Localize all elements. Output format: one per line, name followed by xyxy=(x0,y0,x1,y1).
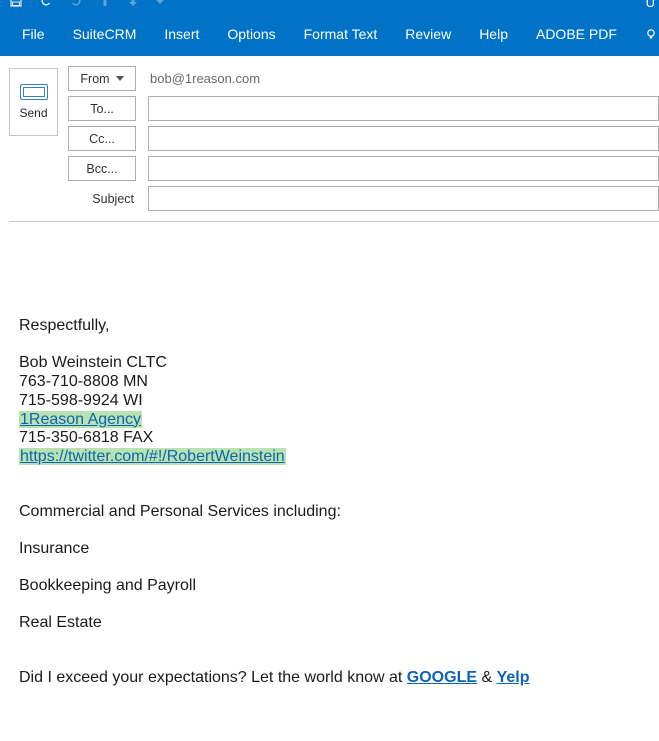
to-label: To... xyxy=(90,102,114,116)
redo-icon[interactable] xyxy=(70,0,82,10)
from-button[interactable]: From xyxy=(68,66,136,91)
undo-icon[interactable] xyxy=(40,0,52,10)
subject-label-text: Subject xyxy=(92,192,134,206)
signature-block: Respectfully, Bob Weinstein CLTC 763-710… xyxy=(19,317,649,688)
tab-suitecrm[interactable]: SuiteCRM xyxy=(59,14,151,54)
tab-adobe-pdf[interactable]: ADOBE PDF xyxy=(522,14,631,54)
title-truncated: U xyxy=(646,0,659,10)
up-arrow-icon[interactable] xyxy=(100,0,110,10)
bcc-input[interactable] xyxy=(148,156,659,181)
sig-fax: 715-350-6818 FAX xyxy=(19,429,649,448)
quick-access-toolbar: U xyxy=(0,0,659,12)
sig-review-prefix: Did I exceed your expectations? Let the … xyxy=(19,669,407,686)
envelope-icon xyxy=(20,84,48,100)
tell-me-search[interactable]: Tell me wh xyxy=(631,14,659,54)
tab-format-text[interactable]: Format Text xyxy=(290,14,392,54)
bcc-button[interactable]: Bcc... xyxy=(68,156,136,181)
qat-dropdown-icon[interactable] xyxy=(156,0,164,8)
subject-input[interactable] xyxy=(148,186,659,211)
lightbulb-icon xyxy=(645,28,657,40)
tab-review[interactable]: Review xyxy=(391,14,465,54)
sig-review-line: Did I exceed your expectations? Let the … xyxy=(19,669,649,688)
cc-input[interactable] xyxy=(148,126,659,151)
to-button[interactable]: To... xyxy=(68,96,136,121)
sig-service-bookkeeping: Bookkeeping and Payroll xyxy=(19,577,649,596)
down-arrow-icon[interactable] xyxy=(128,0,138,10)
tab-options[interactable]: Options xyxy=(213,14,289,54)
tab-file[interactable]: File xyxy=(8,14,59,54)
tab-help[interactable]: Help xyxy=(465,14,522,54)
send-label: Send xyxy=(19,106,47,120)
sig-service-insurance: Insurance xyxy=(19,540,649,559)
chevron-down-icon xyxy=(116,76,124,81)
to-input[interactable] xyxy=(148,96,659,121)
sig-google-link[interactable]: GOOGLE xyxy=(407,669,477,686)
save-icon[interactable] xyxy=(10,0,22,10)
bcc-label: Bcc... xyxy=(86,162,117,176)
cc-button[interactable]: Cc... xyxy=(68,126,136,151)
sig-name: Bob Weinstein CLTC xyxy=(19,354,649,373)
sig-yelp-link[interactable]: Yelp xyxy=(497,669,530,686)
send-button[interactable]: Send xyxy=(9,68,58,136)
from-value[interactable]: bob@1reason.com xyxy=(148,71,659,86)
ribbon: File SuiteCRM Insert Options Format Text… xyxy=(0,12,659,56)
tab-insert[interactable]: Insert xyxy=(150,14,213,54)
from-label: From xyxy=(80,72,109,86)
sig-phone-wi: 715-598-9924 WI xyxy=(19,392,649,411)
sig-service-realestate: Real Estate xyxy=(19,614,649,633)
message-body[interactable]: Respectfully, Bob Weinstein CLTC 763-710… xyxy=(9,221,659,741)
compose-header: Send From bob@1reason.com To... Cc... Bc… xyxy=(0,56,659,211)
subject-label: Subject xyxy=(68,186,136,211)
cc-label: Cc... xyxy=(89,132,115,146)
sig-review-mid: & xyxy=(477,669,497,686)
sig-agency-link[interactable]: 1Reason Agency xyxy=(19,411,142,428)
sig-twitter-link[interactable]: https://twitter.com/#!/RobertWeinstein xyxy=(19,448,286,465)
sig-phone-mn: 763-710-8808 MN xyxy=(19,373,649,392)
sig-greeting: Respectfully, xyxy=(19,317,649,336)
sig-services-header: Commercial and Personal Services includi… xyxy=(19,503,649,522)
